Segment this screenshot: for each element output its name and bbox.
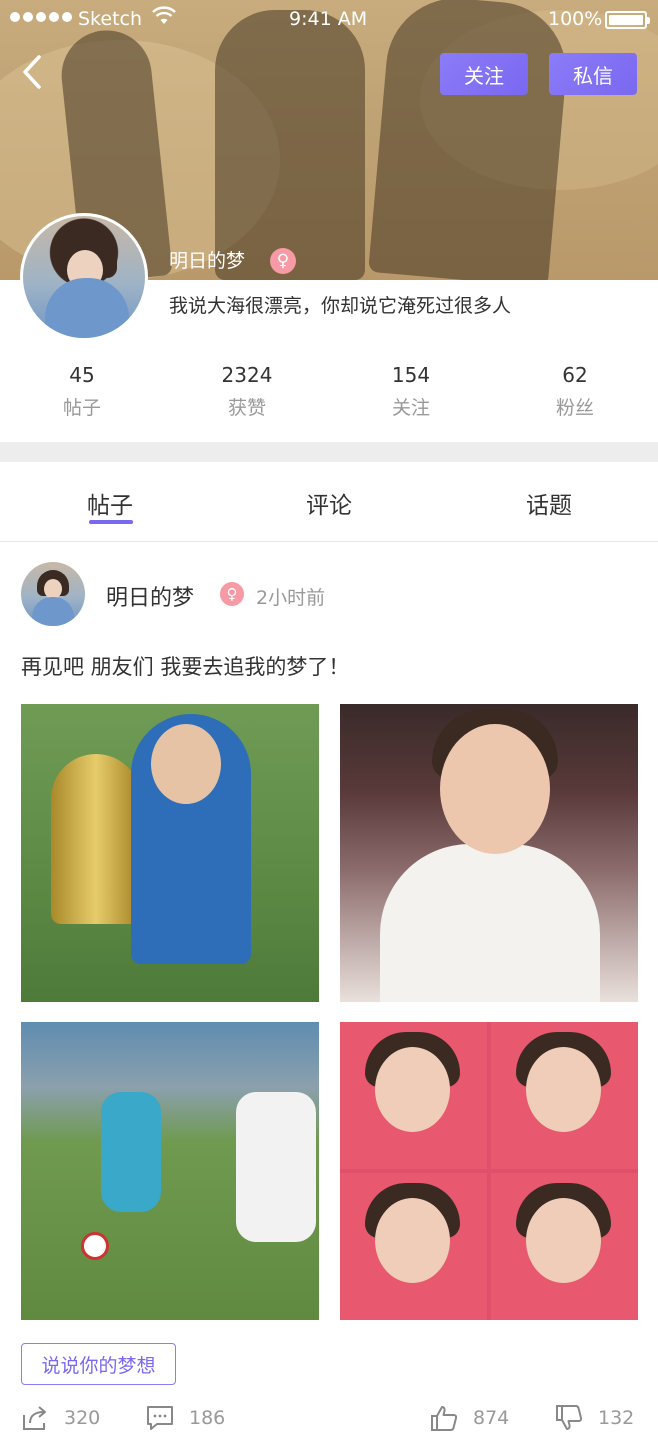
battery-percent: 100% — [548, 8, 603, 30]
stat-label: 获赞 — [227, 397, 266, 419]
battery-icon — [605, 11, 650, 29]
stat-value: 2324 — [221, 363, 273, 387]
dislike-button[interactable]: 132 — [554, 1400, 634, 1436]
post-photo-trophy[interactable] — [21, 704, 319, 1002]
post-photo-collage[interactable] — [340, 1022, 638, 1320]
tab-topics[interactable]: 话题 — [526, 486, 572, 520]
thumbs-down-icon — [556, 1405, 583, 1430]
signal-icon — [10, 12, 72, 22]
topic-tag[interactable]: 说说你的梦想 — [21, 1343, 176, 1385]
stat-followers[interactable]: 62 粉丝 — [515, 363, 635, 420]
female-icon: ♀ — [270, 248, 296, 274]
stat-label: 帖子 — [62, 397, 101, 419]
like-button[interactable]: 874 — [429, 1400, 509, 1436]
stat-likes[interactable]: 2324 获赞 — [187, 363, 307, 420]
like-count: 874 — [473, 1407, 510, 1429]
chevron-left-icon — [23, 55, 41, 89]
profile-stats: 45 帖子 2324 获赞 154 关注 62 粉丝 — [0, 363, 658, 423]
share-icon — [23, 1406, 46, 1430]
stat-following[interactable]: 154 关注 — [351, 363, 471, 420]
share-count: 320 — [64, 1407, 101, 1429]
active-tab-indicator — [89, 520, 133, 524]
comment-icon — [147, 1406, 173, 1430]
stat-label: 粉丝 — [555, 397, 594, 419]
stat-label: 关注 — [391, 397, 430, 419]
profile-name: 明日的梦 — [169, 250, 246, 272]
tab-comments[interactable]: 评论 — [306, 486, 352, 520]
post-photo-restaurant[interactable] — [340, 704, 638, 1002]
female-icon: ♀ — [220, 582, 244, 606]
profile-bio: 我说大海很漂亮，你却说它淹死过很多人 — [169, 295, 512, 317]
stat-value: 45 — [69, 363, 95, 387]
profile-tabs: 帖子 评论 话题 — [0, 462, 658, 542]
stat-value: 62 — [562, 363, 588, 387]
clock: 9:41 AM — [289, 8, 368, 30]
stat-posts[interactable]: 45 帖子 — [22, 363, 142, 420]
comment-button[interactable]: 186 — [145, 1400, 225, 1436]
follow-button[interactable]: 关注 — [440, 53, 528, 95]
dislike-count: 132 — [598, 1407, 635, 1429]
post-text: 再见吧 朋友们 我要去追我的梦了！ — [21, 655, 350, 679]
post-author-name[interactable]: 明日的梦 — [106, 580, 194, 612]
stat-value: 154 — [391, 363, 431, 387]
status-bar: Sketch 9:41 AM 100% — [0, 0, 658, 40]
post-photo-soccer[interactable] — [21, 1022, 319, 1320]
tab-posts[interactable]: 帖子 — [87, 486, 133, 520]
message-button[interactable]: 私信 — [549, 53, 637, 95]
avatar[interactable] — [20, 213, 148, 341]
post-author-avatar[interactable] — [21, 562, 85, 626]
section-divider — [0, 442, 658, 462]
back-button[interactable] — [14, 52, 50, 92]
carrier-label: Sketch — [78, 8, 143, 30]
post-timestamp: 2小时前 — [256, 587, 326, 609]
share-button[interactable]: 320 — [20, 1400, 100, 1436]
wifi-icon — [152, 6, 176, 31]
comment-count: 186 — [189, 1407, 226, 1429]
thumbs-up-icon — [431, 1406, 458, 1431]
